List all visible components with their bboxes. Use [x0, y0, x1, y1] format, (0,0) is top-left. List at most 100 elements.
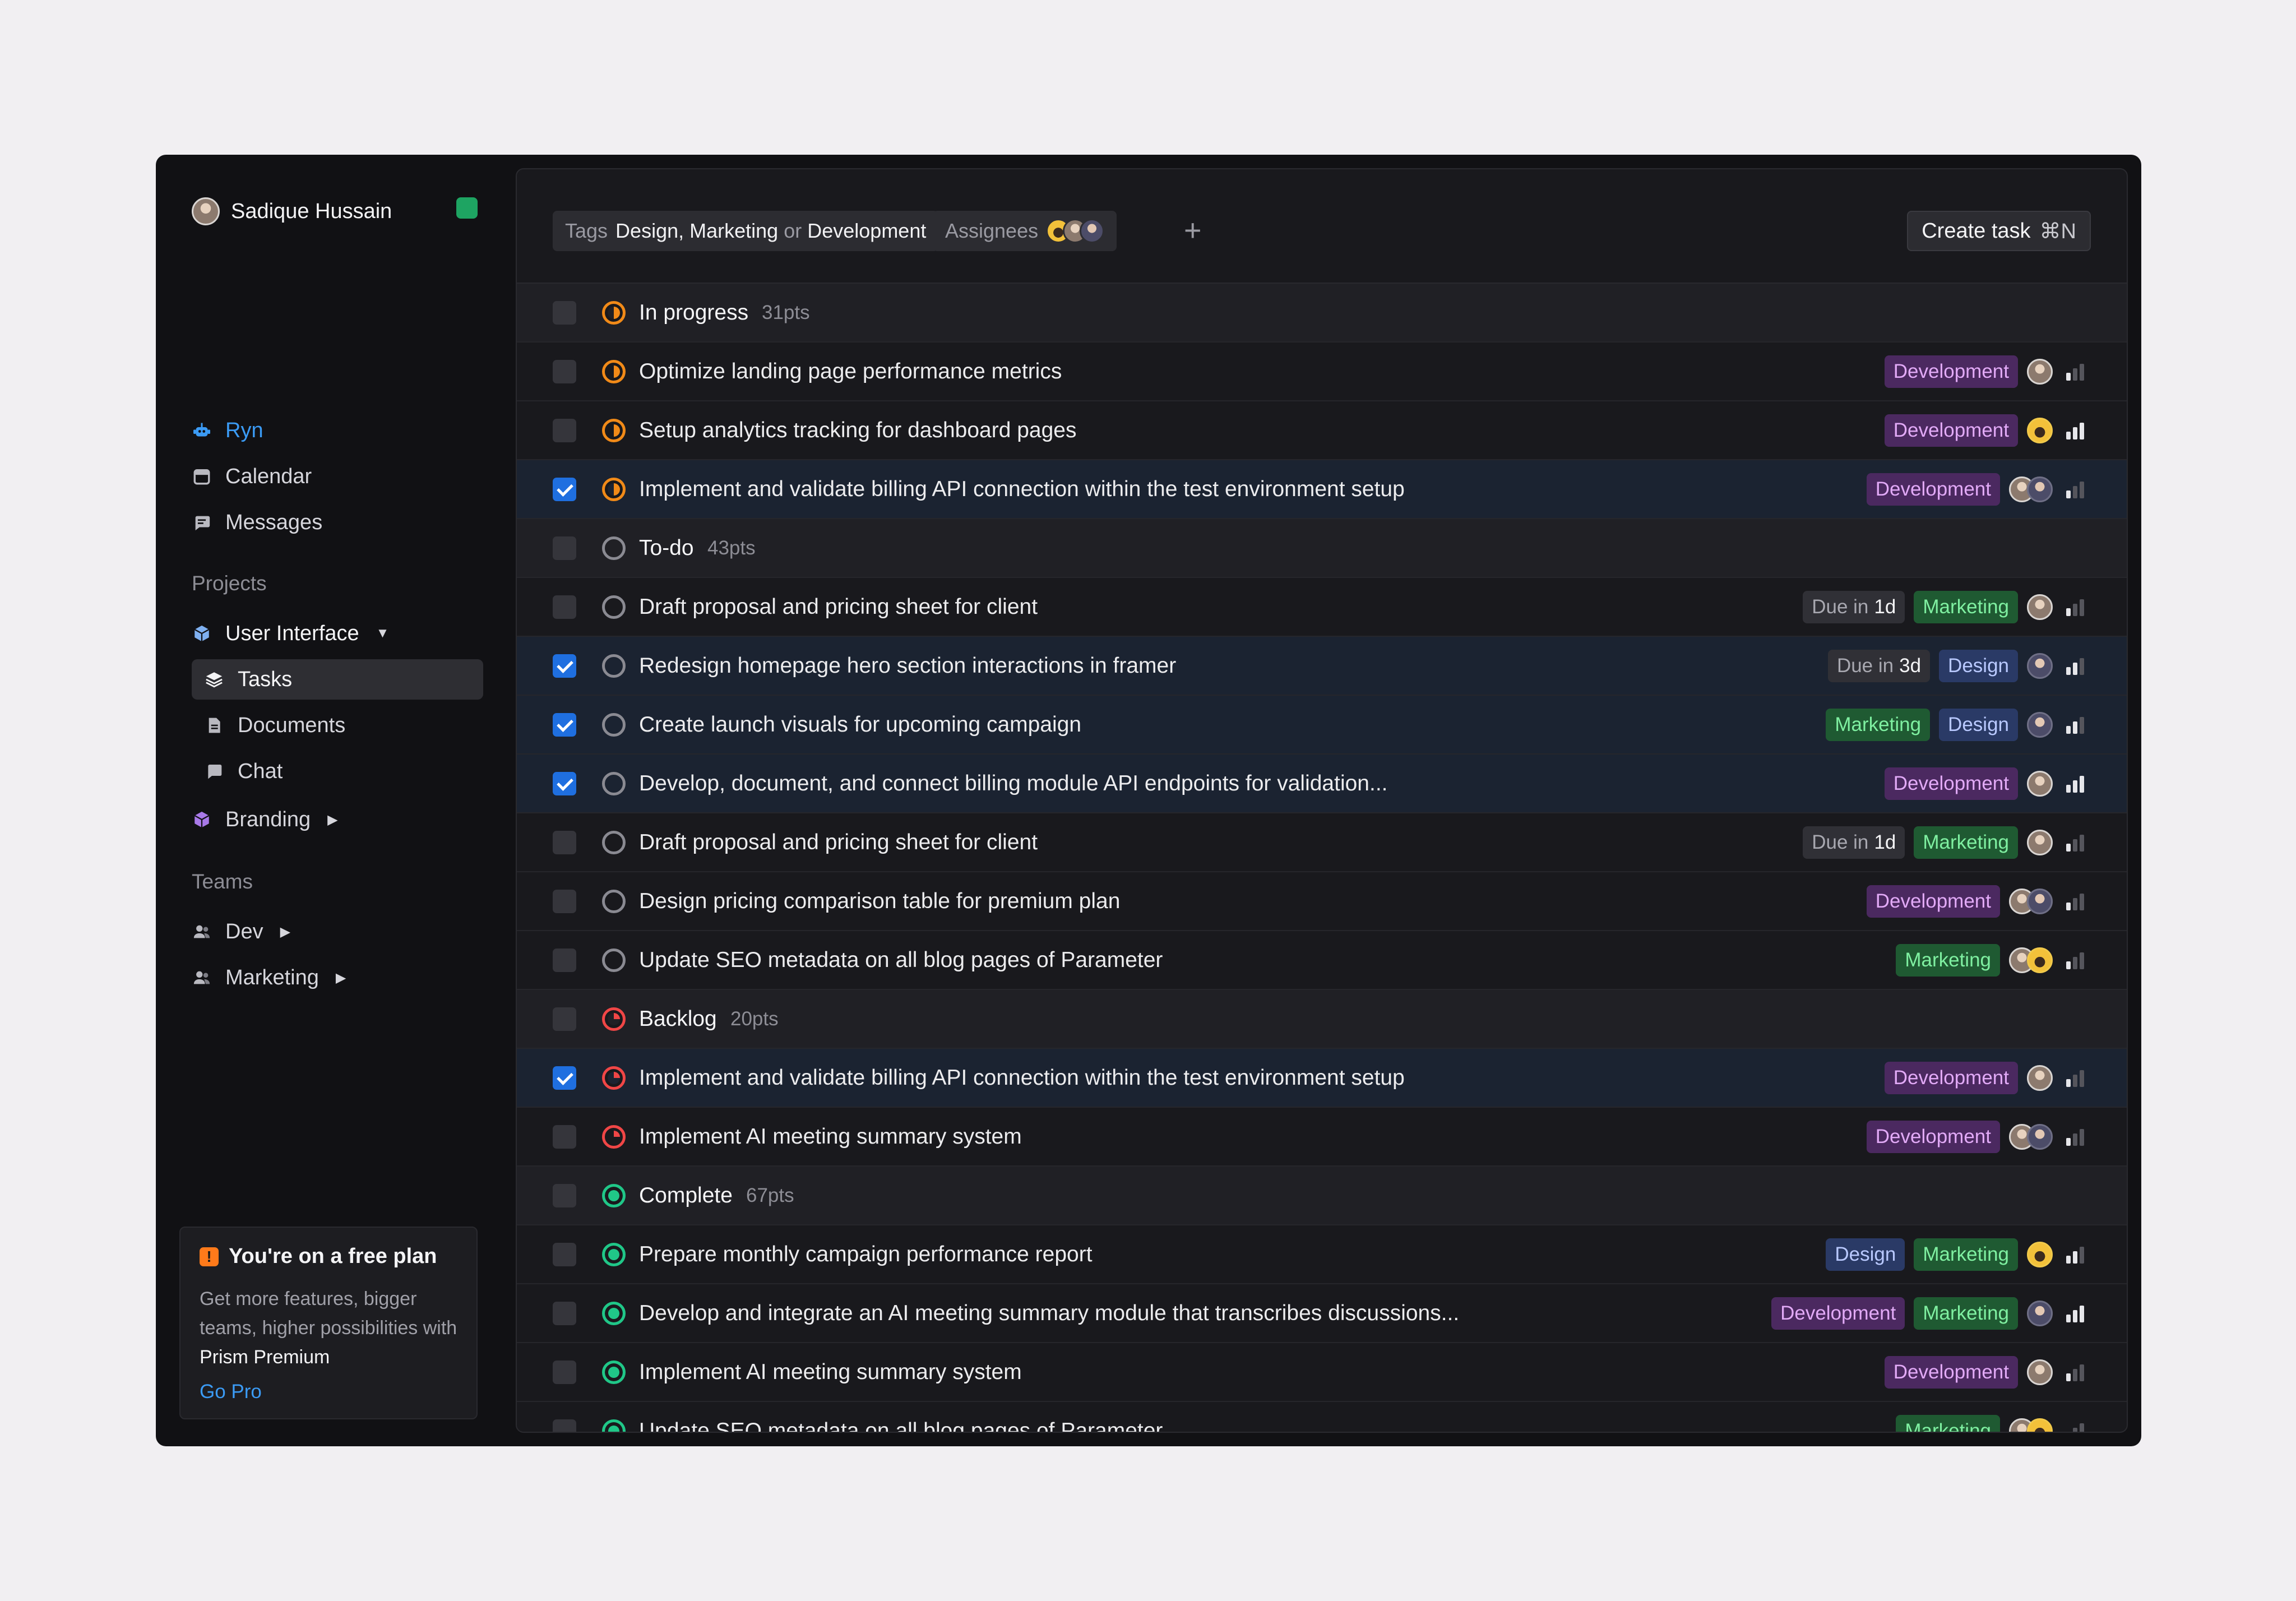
priority-icon[interactable] [2066, 654, 2091, 678]
nav-item-messages[interactable]: Messages [192, 502, 483, 543]
tag-badge[interactable]: Development [1884, 1355, 2018, 1389]
tag-badge[interactable]: Development [1866, 1120, 2000, 1153]
chevron-right-icon[interactable]: ▶ [280, 924, 290, 940]
assignee-avatars[interactable] [2027, 417, 2053, 443]
status-indicator[interactable] [456, 197, 478, 219]
row-checkbox[interactable] [553, 1183, 576, 1207]
group-header-row[interactable]: In progress 31pts [517, 284, 2127, 343]
assignee-avatars[interactable] [2027, 829, 2053, 855]
todo-status-icon[interactable] [602, 830, 626, 854]
task-row[interactable]: Implement and validate billing API conne… [517, 460, 2127, 519]
todo-status-icon[interactable] [602, 889, 626, 913]
assignee-avatars[interactable] [2027, 1065, 2053, 1091]
tag-badge[interactable]: Development [1771, 1297, 1905, 1330]
task-row[interactable]: Update SEO metadata on all blog pages of… [517, 1402, 2127, 1432]
assignee-avatars[interactable] [2009, 1123, 2053, 1150]
priority-icon[interactable] [2066, 1066, 2091, 1090]
tag-badge[interactable]: Marketing [1896, 1414, 2000, 1432]
complete-status-icon[interactable] [602, 1242, 626, 1266]
row-checkbox[interactable] [553, 889, 576, 913]
backlog-status-icon[interactable] [602, 1066, 626, 1090]
assignee-avatars[interactable] [2009, 947, 2053, 973]
assignees-filter[interactable]: Assignees [933, 211, 1117, 251]
priority-icon[interactable] [2066, 477, 2091, 502]
backlog-status-icon[interactable] [602, 1125, 626, 1149]
task-title[interactable]: Optimize landing page performance metric… [639, 359, 1062, 384]
priority-icon[interactable] [2066, 359, 2091, 384]
todo-status-icon[interactable] [602, 771, 626, 795]
task-title[interactable]: Implement and validate billing API conne… [639, 477, 1405, 502]
task-title[interactable]: Prepare monthly campaign performance rep… [639, 1242, 1093, 1267]
tag-badge[interactable]: Marketing [1914, 826, 2018, 859]
sidebar-item-documents[interactable]: Documents [192, 705, 483, 746]
sidebar-item-chat[interactable]: Chat [192, 751, 483, 792]
row-checkbox[interactable] [553, 948, 576, 972]
tag-badge[interactable]: Design [1939, 649, 2018, 682]
nav-item-calendar[interactable]: Calendar [192, 456, 483, 497]
assignee-avatars[interactable] [2009, 1418, 2053, 1432]
task-title[interactable]: Draft proposal and pricing sheet for cli… [639, 830, 1038, 855]
tag-badge[interactable]: Development [1866, 885, 2000, 918]
task-title[interactable]: Design pricing comparison table for prem… [639, 889, 1120, 914]
row-checkbox[interactable] [553, 300, 576, 325]
row-checkbox[interactable] [553, 1125, 576, 1149]
chevron-right-icon[interactable]: ▶ [336, 970, 346, 986]
tag-badge[interactable]: Development [1866, 473, 2000, 506]
create-task-button[interactable]: Create task ⌘N [1907, 211, 2091, 251]
task-row[interactable]: Implement and validate billing API conne… [517, 1049, 2127, 1108]
task-row[interactable]: Draft proposal and pricing sheet for cli… [517, 813, 2127, 872]
due-badge[interactable]: Due in 1d [1803, 590, 1905, 623]
team-dev[interactable]: Dev ▶ [192, 911, 483, 952]
row-checkbox[interactable] [553, 1301, 576, 1325]
in-progress-status-icon[interactable] [602, 418, 626, 442]
tag-badge[interactable]: Development [1884, 355, 2018, 388]
tag-badge[interactable]: Development [1884, 767, 2018, 800]
assignee-avatars[interactable] [2027, 1300, 2053, 1326]
backlog-status-icon[interactable] [602, 1007, 626, 1031]
task-title[interactable]: Implement AI meeting summary system [639, 1360, 1022, 1385]
row-checkbox[interactable] [553, 654, 576, 678]
tag-badge[interactable]: Marketing [1914, 1238, 2018, 1271]
tag-badge[interactable]: Design [1939, 708, 2018, 741]
task-row[interactable]: Develop and integrate an AI meeting summ… [517, 1284, 2127, 1343]
task-title[interactable]: Create launch visuals for upcoming campa… [639, 712, 1081, 737]
project-branding[interactable]: Branding ▶ [192, 799, 483, 840]
go-pro-link[interactable]: Go Pro [200, 1381, 457, 1403]
tag-badge[interactable]: Marketing [1914, 1297, 2018, 1330]
priority-icon[interactable] [2066, 595, 2091, 619]
row-checkbox[interactable] [553, 1360, 576, 1384]
complete-status-icon[interactable] [602, 1183, 626, 1207]
group-header-row[interactable]: Complete 67pts [517, 1167, 2127, 1225]
task-row[interactable]: Redesign homepage hero section interacti… [517, 637, 2127, 696]
task-row[interactable]: Create launch visuals for upcoming campa… [517, 696, 2127, 755]
task-title[interactable]: Update SEO metadata on all blog pages of… [639, 948, 1163, 973]
assignee-avatars[interactable] [2027, 594, 2053, 620]
assignee-avatars[interactable] [2009, 888, 2053, 914]
assignee-avatars[interactable] [2027, 1241, 2053, 1267]
tag-badge[interactable]: Marketing [1896, 943, 2000, 977]
in-progress-status-icon[interactable] [602, 477, 626, 501]
task-title[interactable]: Implement AI meeting summary system [639, 1125, 1022, 1149]
row-checkbox[interactable] [553, 712, 576, 737]
row-checkbox[interactable] [553, 418, 576, 442]
task-row[interactable]: Prepare monthly campaign performance rep… [517, 1225, 2127, 1284]
task-row[interactable]: Draft proposal and pricing sheet for cli… [517, 578, 2127, 637]
priority-icon[interactable] [2066, 1419, 2091, 1432]
priority-icon[interactable] [2066, 830, 2091, 855]
priority-icon[interactable] [2066, 1360, 2091, 1385]
task-row[interactable]: Optimize landing page performance metric… [517, 343, 2127, 401]
task-title[interactable]: Draft proposal and pricing sheet for cli… [639, 595, 1038, 619]
assignee-avatars[interactable] [2009, 476, 2053, 502]
row-checkbox[interactable] [553, 830, 576, 854]
task-row[interactable]: Implement AI meeting summary system Devel… [517, 1108, 2127, 1167]
sidebar-item-tasks[interactable]: Tasks [192, 659, 483, 700]
todo-status-icon[interactable] [602, 536, 626, 560]
tag-badge[interactable]: Development [1884, 1061, 2018, 1094]
todo-status-icon[interactable] [602, 712, 626, 737]
priority-icon[interactable] [2066, 1125, 2091, 1149]
tag-badge[interactable]: Marketing [1914, 590, 2018, 623]
tag-badge[interactable]: Design [1826, 1238, 1905, 1271]
assignee-avatars[interactable] [2027, 711, 2053, 738]
assignee-avatars[interactable] [2027, 358, 2053, 385]
complete-status-icon[interactable] [602, 1360, 626, 1384]
